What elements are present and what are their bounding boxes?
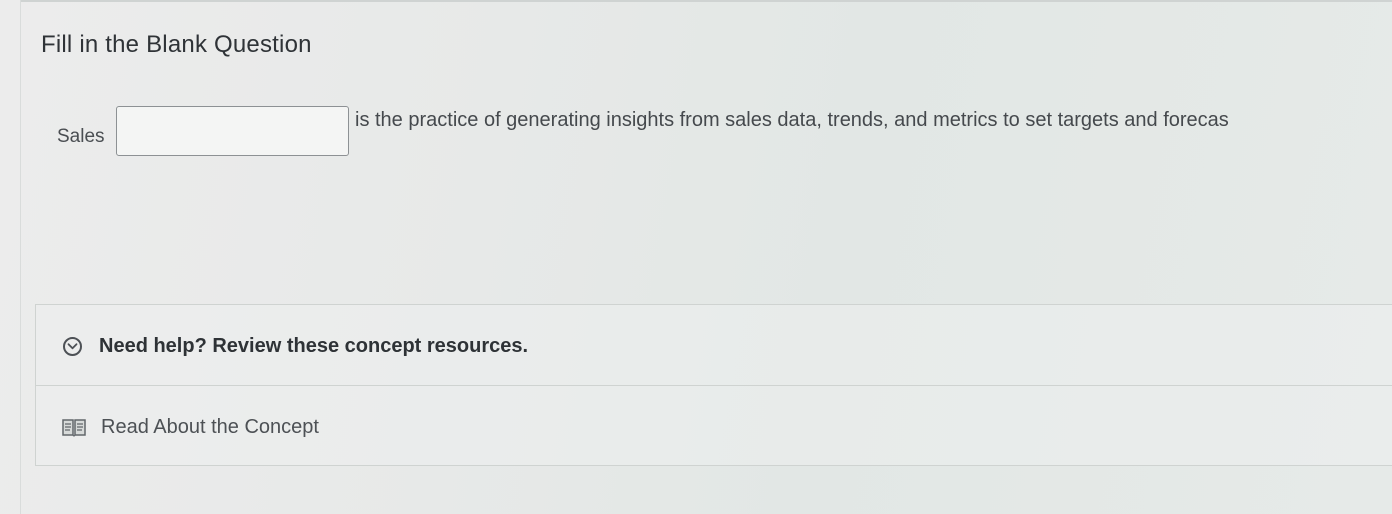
top-divider xyxy=(20,0,1392,2)
fill-in-blank-sentence: Sales is the practice of generating insi… xyxy=(57,106,1392,162)
chevron-down-circle-icon xyxy=(63,337,82,356)
help-panel: Need help? Review these concept resource… xyxy=(35,304,1392,466)
help-header-label: Need help? Review these concept resource… xyxy=(99,335,529,357)
question-page: Fill in the Blank Question Sales is the … xyxy=(0,0,1392,514)
sentence-prefix: Sales xyxy=(57,126,105,147)
help-toggle[interactable]: Need help? Review these concept resource… xyxy=(36,305,1392,386)
blank-answer-input[interactable] xyxy=(116,106,349,156)
book-icon xyxy=(62,418,86,438)
question-title: Fill in the Blank Question xyxy=(41,31,312,58)
read-about-concept-label: Read About the Concept xyxy=(101,416,319,438)
read-about-concept-link[interactable]: Read About the Concept xyxy=(36,386,1392,466)
sentence-suffix: is the practice of generating insights f… xyxy=(355,109,1229,131)
left-divider xyxy=(20,0,21,514)
